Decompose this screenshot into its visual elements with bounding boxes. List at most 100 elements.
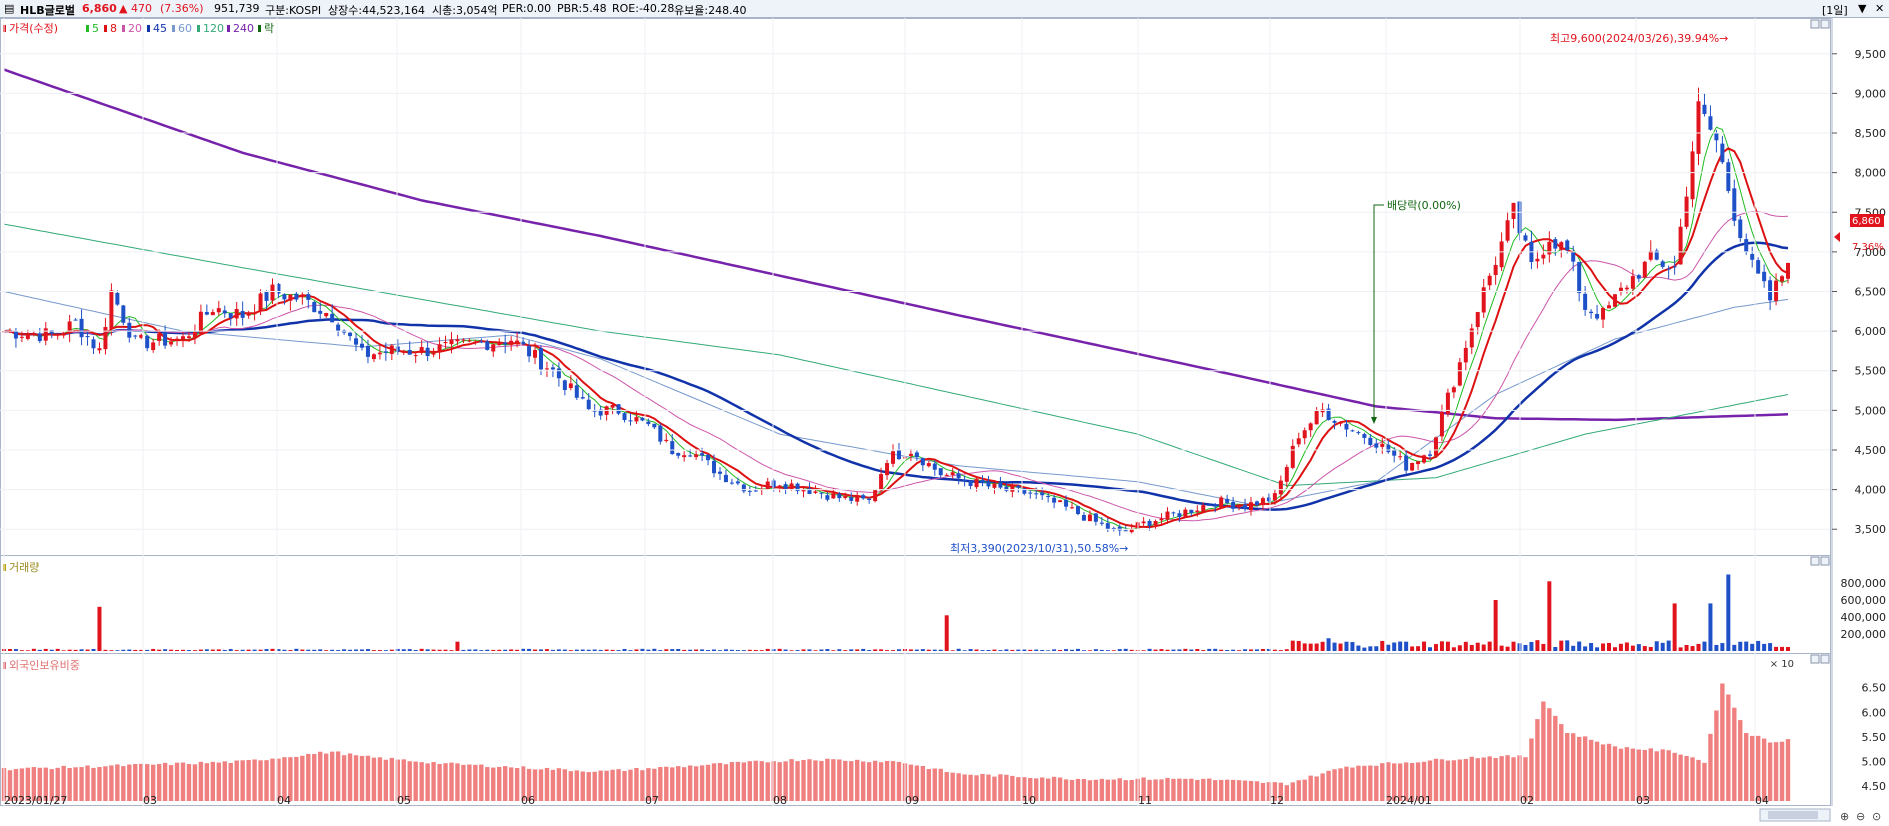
volume-bar <box>873 649 878 651</box>
close-icon[interactable] <box>1820 654 1830 664</box>
foreign-ratio-bar <box>1553 715 1558 801</box>
candle-body <box>1147 520 1152 526</box>
volume-bar <box>1129 649 1134 651</box>
candle-body <box>819 492 824 494</box>
volume-bar <box>282 649 287 651</box>
candle-body <box>1607 305 1612 309</box>
date-tick-label: 11 <box>1138 794 1152 807</box>
volume-bar <box>1398 641 1403 651</box>
candle-body <box>747 490 752 492</box>
foreign-ratio-bar <box>1201 778 1206 801</box>
date-tick-label: 03 <box>143 794 157 807</box>
foreign-ratio-bar <box>878 762 884 801</box>
candle-body <box>1344 423 1349 430</box>
foreign-ratio-bar <box>109 765 114 801</box>
foreign-ratio-bar <box>1105 779 1111 801</box>
volume-bar <box>747 649 752 651</box>
foreign-ratio-bar <box>1213 780 1218 801</box>
candle-body <box>282 294 287 300</box>
foreign-ratio-bar <box>79 767 84 801</box>
volume-bar <box>413 650 418 651</box>
foreign-ratio-bar <box>634 767 639 801</box>
chart-canvas[interactable]: 가격(수정) 5 8 20 45 60 120 240 락 거래량 외국인보유비… <box>0 18 1889 826</box>
volume-bar <box>1374 646 1379 651</box>
volume-bar <box>1768 643 1773 651</box>
volume-bar <box>1111 650 1116 651</box>
minimize-icon[interactable] <box>1810 19 1820 29</box>
foreign-ratio-bar <box>335 751 341 801</box>
candle-body <box>968 480 973 486</box>
zoom-reset-icon[interactable]: ⊙ <box>1872 810 1881 823</box>
volume-bar <box>891 650 896 651</box>
volume-bar <box>1016 649 1021 651</box>
legend-ma8: 8 <box>110 22 117 35</box>
candle-body <box>544 368 549 370</box>
volume-bar <box>1404 641 1409 651</box>
volume-bar <box>1058 649 1063 651</box>
volume-bar <box>562 649 567 651</box>
foreign-ratio-bar <box>204 763 210 801</box>
foreign-ratio-bar <box>717 763 723 801</box>
volume-bar <box>771 649 776 651</box>
candle-body <box>1702 104 1707 114</box>
foreign-ratio-bar <box>1690 757 1695 801</box>
volume-bar <box>1732 644 1737 651</box>
foreign-ratio-bar <box>1588 739 1594 801</box>
foreign-ratio-bar <box>103 766 108 801</box>
volume-bar <box>640 648 645 651</box>
candle-body <box>1201 505 1206 512</box>
volume-bar <box>753 649 758 651</box>
zoom-out-icon[interactable]: ⊖ <box>1856 810 1865 823</box>
zoom-in-icon[interactable]: ⊕ <box>1840 810 1849 823</box>
volume-bar <box>1565 640 1570 651</box>
minimize-icon[interactable] <box>1810 556 1820 566</box>
foreign-ratio-bar <box>97 766 102 801</box>
foreign-ratio-bar <box>944 772 949 801</box>
horizontal-scrollbar[interactable]: ⊕ ⊖ ⊙ <box>1759 808 1881 823</box>
candle-body <box>1290 445 1295 468</box>
legend-price: 가격(수정) <box>9 22 58 35</box>
volume-bar <box>1159 649 1164 651</box>
foreign-ratio-bar <box>1045 778 1051 801</box>
candle-body <box>240 311 245 318</box>
period-selector[interactable]: [1일] <box>1822 2 1848 18</box>
volume-bar <box>300 649 305 651</box>
candle-body <box>103 327 108 350</box>
stock-name[interactable]: HLB글로벌 <box>20 2 75 18</box>
volume-bar <box>1523 644 1528 651</box>
foreign-ratio-bar <box>240 760 245 801</box>
volume-bar <box>992 649 997 651</box>
foreign-ratio-bar <box>1624 747 1630 801</box>
volume-bar <box>1165 649 1170 651</box>
volume-bar <box>1660 642 1665 651</box>
volume-bar <box>610 649 615 651</box>
candle-body <box>1684 196 1689 227</box>
volume-bar <box>515 649 520 651</box>
candle-body <box>1726 162 1731 191</box>
menu-icon[interactable]: ▤ <box>4 2 14 15</box>
volume-bar <box>1583 646 1588 651</box>
close-icon[interactable]: ✕ <box>1875 2 1884 15</box>
minimize-icon[interactable] <box>1810 654 1820 664</box>
volume-bar <box>1422 641 1427 651</box>
foreign-ratio-bar <box>843 760 848 801</box>
chevron-down-icon[interactable]: ▼ <box>1858 2 1866 15</box>
foreign-ratio-bar <box>121 766 126 801</box>
candle-body <box>216 308 221 313</box>
date-tick-label: 09 <box>905 794 919 807</box>
foreign-ratio-bar <box>699 765 705 801</box>
foreign-ratio-bar <box>992 776 997 801</box>
candle-body <box>1081 515 1086 521</box>
candle-body <box>891 451 896 464</box>
candle-body <box>1350 430 1355 432</box>
volume-bar <box>1052 649 1057 651</box>
listed-shares: 상장수:44,523,164 <box>328 4 426 17</box>
volume-bar <box>1451 647 1456 651</box>
close-icon[interactable] <box>1820 556 1830 566</box>
volume-bar <box>425 649 430 651</box>
foreign-ratio-bar <box>950 772 955 801</box>
foreign-ratio-bar <box>855 759 860 801</box>
close-icon[interactable] <box>1820 19 1830 29</box>
foreign-ratio-bar <box>556 768 562 801</box>
volume-bar <box>1290 640 1295 651</box>
